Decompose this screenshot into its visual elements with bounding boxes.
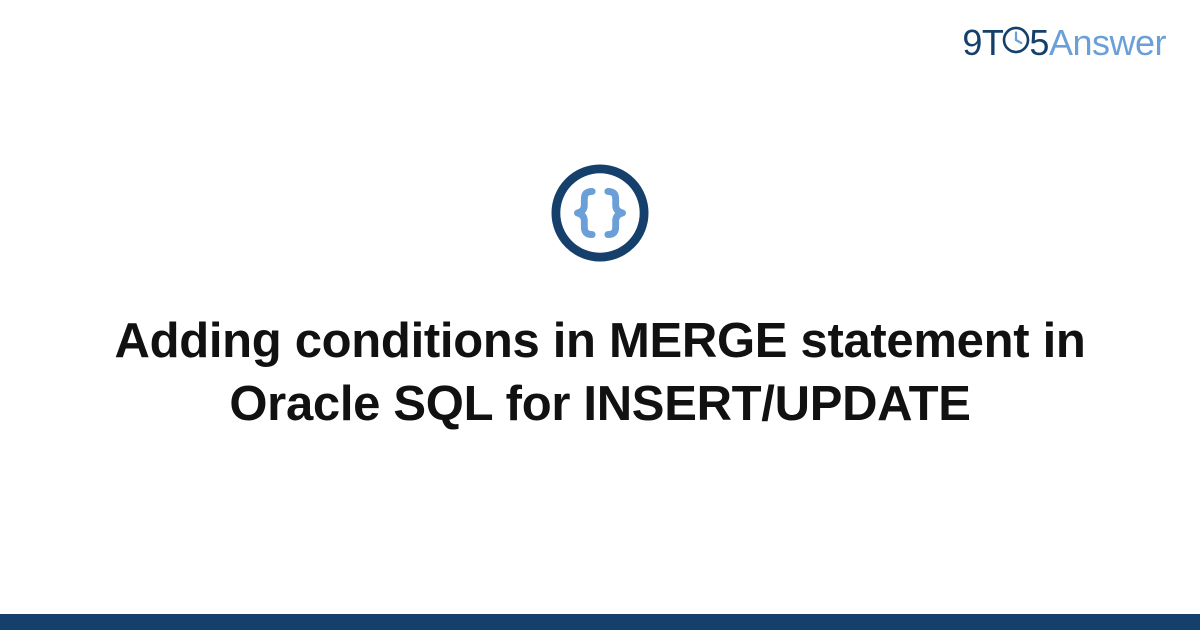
brand-o-icon: [1003, 25, 1029, 55]
brand-nine: 9: [962, 22, 982, 63]
page-title: Adding conditions in MERGE statement in …: [100, 310, 1100, 435]
footer-bar: [0, 614, 1200, 630]
clock-o-icon: [1001, 25, 1031, 55]
category-icon-wrap: [551, 164, 649, 262]
brand-answer: Answer: [1049, 22, 1166, 63]
content-area: Adding conditions in MERGE statement in …: [0, 0, 1200, 630]
page-container: 9T 5Answer Adding conditions in MERGE st…: [0, 0, 1200, 630]
brand-t: T: [982, 22, 1004, 63]
brand-five: 5: [1029, 22, 1049, 63]
curly-braces-icon: [551, 164, 649, 262]
brand-logo: 9T 5Answer: [962, 22, 1166, 64]
